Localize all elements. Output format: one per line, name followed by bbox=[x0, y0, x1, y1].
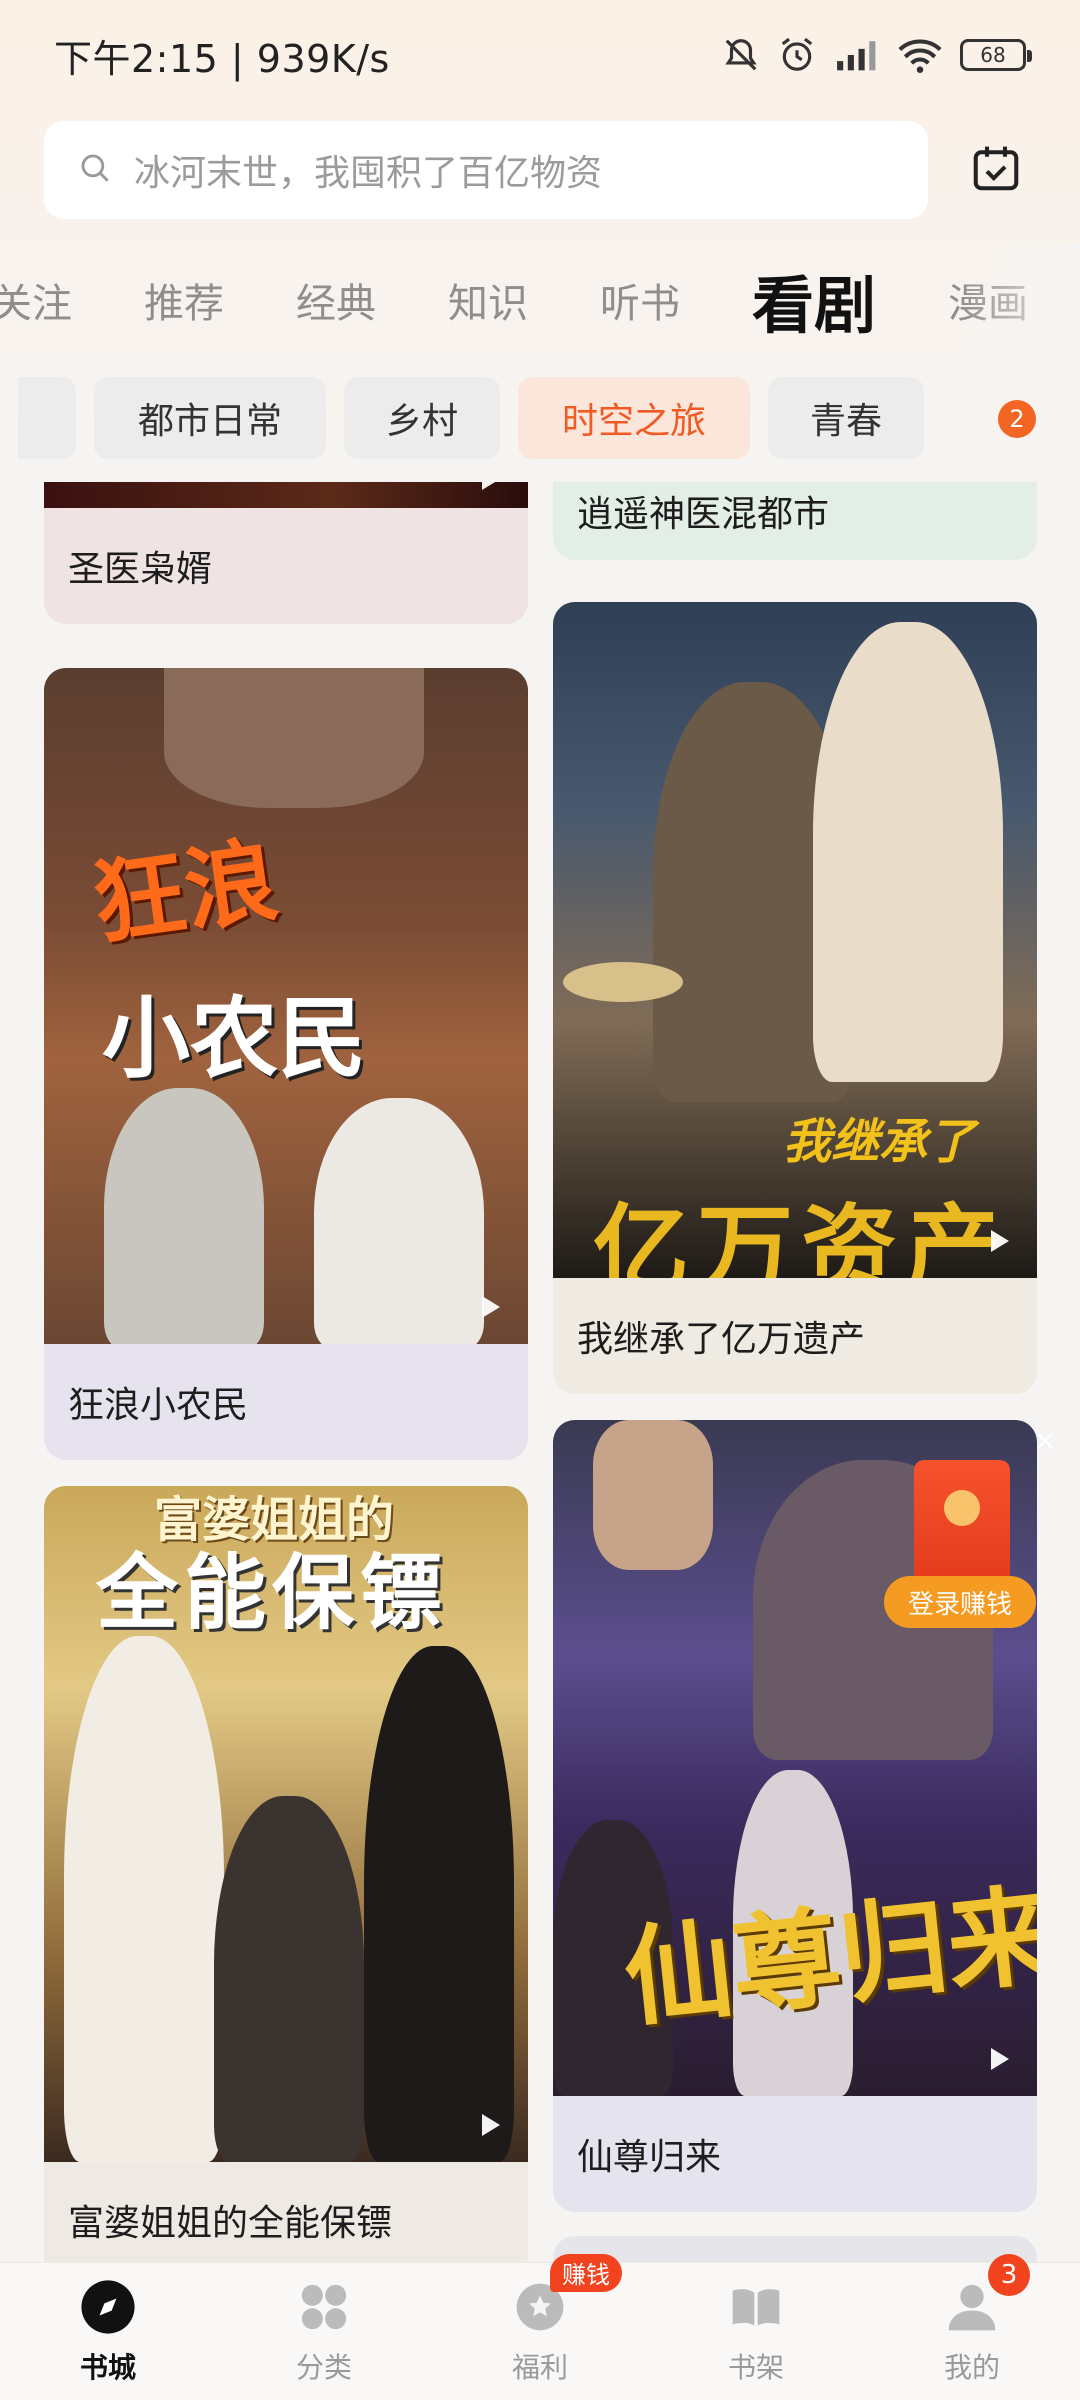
play-icon bbox=[482, 482, 500, 490]
alarm-icon bbox=[778, 36, 816, 74]
nav-bookstore[interactable]: 书城 bbox=[28, 2278, 188, 2386]
bottom-navigation: 书城 分类 福利 赚钱 书架 我的 3 bbox=[0, 2253, 1080, 2400]
nav-profile[interactable]: 我的 3 bbox=[892, 2253, 1052, 2386]
search-row: 冰河末世，我囤积了百亿物资 bbox=[44, 120, 1044, 220]
nav-bookshelf[interactable]: 书架 bbox=[676, 2278, 836, 2386]
red-envelope-icon bbox=[914, 1460, 1010, 1588]
poster-title-text: 仙尊归来 bbox=[618, 1872, 1037, 2043]
tab-audiobook[interactable]: 听书 bbox=[600, 271, 680, 329]
play-icon bbox=[482, 1296, 500, 1318]
poster-figure bbox=[314, 1098, 484, 1344]
poster-figure bbox=[64, 1636, 224, 2162]
poster-title-text: 全能保镖 bbox=[96, 1546, 449, 1641]
book-icon bbox=[727, 2278, 785, 2336]
compass-icon bbox=[79, 2278, 137, 2336]
tabs-fade bbox=[960, 245, 1080, 355]
drama-card[interactable]: 狂浪 小农民 狂浪小农民 bbox=[44, 668, 528, 1460]
close-icon[interactable]: × bbox=[1034, 1426, 1056, 1456]
calendar-check-icon bbox=[969, 141, 1023, 199]
login-reward-widget[interactable]: × 登录赚钱 bbox=[884, 1426, 1064, 1660]
category-chip-partial[interactable] bbox=[18, 377, 76, 459]
drama-title: 仙尊归来 bbox=[577, 2137, 722, 2178]
wifi-icon bbox=[898, 36, 942, 74]
status-bar: 下午2:15 | 939K/s 68 bbox=[0, 0, 1080, 110]
drama-feed: 圣医枭婿 逍遥神医混都市 狂浪 小农民 狂浪小农民 我继承了 亿万资产 我继承了… bbox=[0, 482, 1080, 2262]
drama-title: 圣医枭婿 bbox=[68, 549, 213, 590]
grid-icon bbox=[295, 2278, 353, 2336]
poster-figure bbox=[214, 1796, 364, 2162]
poster-figure bbox=[164, 668, 424, 808]
category-chip-rural[interactable]: 乡村 bbox=[344, 377, 500, 459]
search-icon bbox=[78, 151, 112, 189]
drama-title: 逍遥神医混都市 bbox=[577, 494, 830, 535]
tab-classic[interactable]: 经典 bbox=[296, 271, 376, 329]
tab-recommend[interactable]: 推荐 bbox=[144, 271, 224, 329]
category-chips: 都市日常 乡村 时空之旅 青春 bbox=[0, 376, 1080, 460]
nav-label: 我的 bbox=[943, 2350, 1000, 2384]
drama-poster: 富婆姐姐的 全能保镖 bbox=[44, 1486, 528, 2162]
app-screen: 下午2:15 | 939K/s 68 冰河末世，我囤积了百亿物资 关注 推荐 经… bbox=[0, 0, 1080, 2400]
play-icon bbox=[991, 1230, 1009, 1252]
drama-poster bbox=[44, 482, 528, 508]
poster-title-text: 小农民 bbox=[102, 987, 367, 1090]
nav-label: 书架 bbox=[727, 2350, 784, 2384]
tab-knowledge[interactable]: 知识 bbox=[448, 271, 528, 329]
drama-card-partial[interactable] bbox=[553, 2236, 1037, 2262]
login-reward-label[interactable]: 登录赚钱 bbox=[884, 1576, 1036, 1628]
nav-label: 福利 bbox=[511, 2350, 568, 2384]
earn-money-badge: 赚钱 bbox=[550, 2253, 622, 2292]
play-icon bbox=[482, 2114, 500, 2136]
search-input[interactable]: 冰河末世，我囤积了百亿物资 bbox=[44, 121, 928, 219]
category-count-badge[interactable]: 2 bbox=[998, 400, 1036, 438]
nav-category[interactable]: 分类 bbox=[244, 2278, 404, 2386]
poster-title-text: 狂浪 bbox=[86, 826, 284, 959]
channel-tabs: 关注 推荐 经典 知识 听书 看剧 漫画 bbox=[0, 245, 1080, 355]
poster-fist bbox=[593, 1420, 713, 1570]
notification-count-badge: 3 bbox=[988, 2253, 1030, 2296]
poster-title-text: 我继承了 bbox=[783, 1114, 976, 1170]
poster-figure bbox=[813, 622, 1003, 1082]
drama-card[interactable]: 富婆姐姐的 全能保镖 富婆姐姐的全能保镖 bbox=[44, 1486, 528, 2262]
tab-drama[interactable]: 看剧 bbox=[752, 255, 876, 345]
play-icon bbox=[991, 2048, 1009, 2070]
poster-figure bbox=[104, 1088, 264, 1344]
search-placeholder: 冰河末世，我囤积了百亿物资 bbox=[134, 153, 603, 194]
check-in-button[interactable] bbox=[966, 140, 1026, 200]
category-chip-urban[interactable]: 都市日常 bbox=[94, 377, 326, 459]
tab-follow[interactable]: 关注 bbox=[0, 271, 72, 329]
battery-indicator: 68 bbox=[960, 39, 1032, 71]
poster-title-text: 亿万资产 bbox=[593, 1194, 1009, 1278]
drama-card[interactable]: 我继承了 亿万资产 我继承了亿万遗产 bbox=[553, 602, 1037, 1394]
status-time-speed: 下午2:15 | 939K/s bbox=[54, 36, 390, 81]
category-chip-time-travel[interactable]: 时空之旅 bbox=[518, 377, 750, 459]
signal-icon bbox=[834, 36, 880, 74]
mute-bell-icon bbox=[722, 36, 760, 74]
status-icons: 68 bbox=[722, 36, 1032, 74]
drama-title: 我继承了亿万遗产 bbox=[577, 1319, 866, 1360]
drama-poster: 我继承了 亿万资产 bbox=[553, 602, 1037, 1278]
drama-card[interactable]: 逍遥神医混都市 bbox=[553, 482, 1037, 560]
drama-card[interactable]: 圣医枭婿 bbox=[44, 482, 528, 624]
poster-table bbox=[563, 962, 683, 1002]
poster-figure bbox=[364, 1646, 514, 2162]
category-chip-youth[interactable]: 青春 bbox=[768, 377, 924, 459]
nav-label: 分类 bbox=[295, 2350, 352, 2384]
drama-title: 富婆姐姐的全能保镖 bbox=[68, 2203, 393, 2244]
drama-title: 狂浪小农民 bbox=[68, 1385, 249, 1426]
drama-poster: 狂浪 小农民 bbox=[44, 668, 528, 1344]
nav-welfare[interactable]: 福利 赚钱 bbox=[460, 2253, 622, 2386]
nav-label: 书城 bbox=[79, 2350, 136, 2384]
